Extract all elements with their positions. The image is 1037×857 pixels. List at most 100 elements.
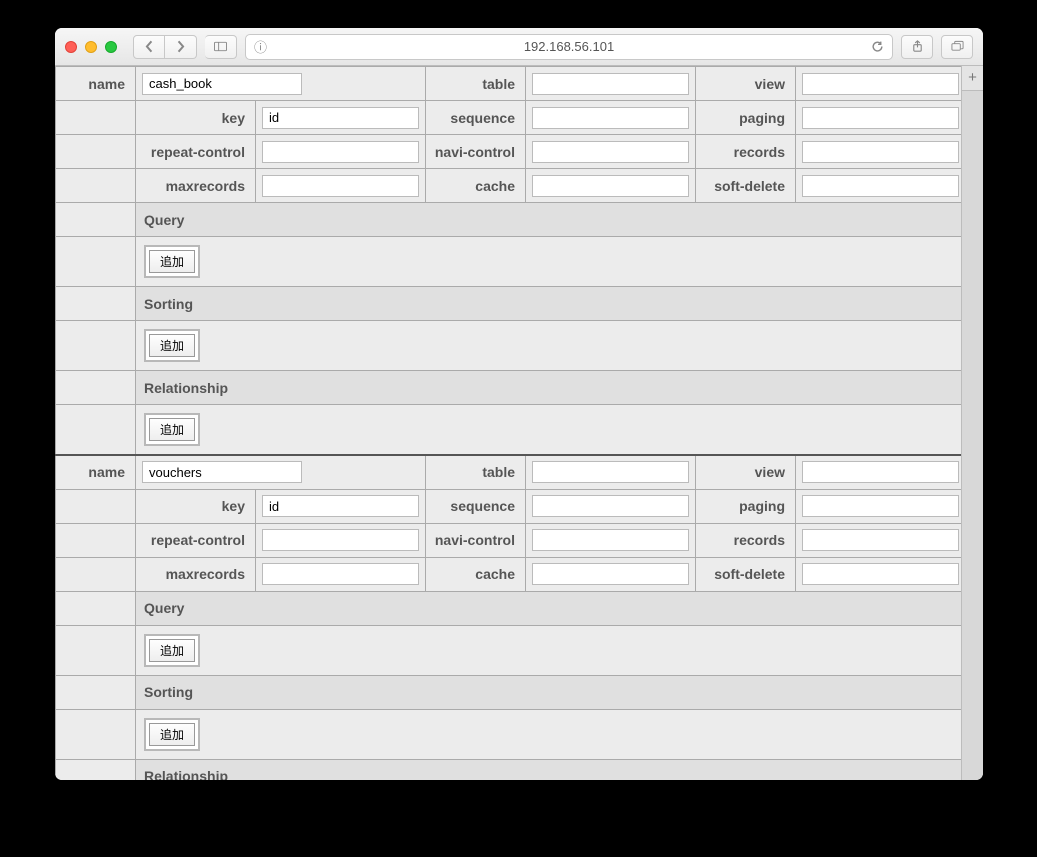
close-window-button[interactable] <box>65 41 77 53</box>
context-row: maxrecords cache soft-delete <box>56 557 962 591</box>
relationship-section-header: Relationship <box>136 371 962 405</box>
label-table: table <box>426 455 526 489</box>
label-navi-control: navi-control <box>426 523 526 557</box>
toolbar-right <box>901 35 973 59</box>
name-input[interactable] <box>142 73 302 95</box>
cache-input[interactable] <box>532 563 689 585</box>
context-row: repeat-control navi-control records <box>56 523 962 557</box>
minimize-window-button[interactable] <box>85 41 97 53</box>
share-button[interactable] <box>901 35 933 59</box>
key-input[interactable] <box>262 107 419 129</box>
back-button[interactable] <box>133 35 165 59</box>
window-controls <box>65 41 117 53</box>
browser-window: ⓘ 192.168.56.101 <box>55 28 983 780</box>
forward-button[interactable] <box>165 35 197 59</box>
query-add-button[interactable]: 追加 <box>149 250 195 273</box>
label-repeat-control: repeat-control <box>136 135 256 169</box>
records-input[interactable] <box>802 529 959 551</box>
navi-control-input[interactable] <box>532 141 689 163</box>
address-bar[interactable]: ⓘ 192.168.56.101 <box>245 34 893 60</box>
paging-input[interactable] <box>802 495 959 517</box>
maxrecords-input[interactable] <box>262 563 419 585</box>
query-add-cell: 追加 <box>136 625 962 675</box>
add-button-frame: 追加 <box>144 245 200 278</box>
sorting-add-button[interactable]: 追加 <box>149 334 195 357</box>
navi-control-input[interactable] <box>532 529 689 551</box>
relationship-section-header: Relationship <box>136 759 962 780</box>
query-section-header: Query <box>136 203 962 237</box>
label-sequence: sequence <box>426 489 526 523</box>
sidebar-button[interactable] <box>205 35 237 59</box>
label-view: view <box>696 67 796 101</box>
add-button-frame: 追加 <box>144 718 200 751</box>
label-paging: paging <box>696 101 796 135</box>
label-cache: cache <box>426 557 526 591</box>
name-input[interactable] <box>142 461 302 483</box>
address-text: 192.168.56.101 <box>524 39 614 54</box>
sorting-section-header: Sorting <box>136 287 962 321</box>
label-paging: paging <box>696 489 796 523</box>
sequence-input[interactable] <box>532 495 689 517</box>
sequence-input[interactable] <box>532 107 689 129</box>
maxrecords-input[interactable] <box>262 175 419 197</box>
key-input[interactable] <box>262 495 419 517</box>
query-add-button[interactable]: 追加 <box>149 639 195 662</box>
context-row: name table view <box>56 67 962 101</box>
records-input[interactable] <box>802 141 959 163</box>
sidebar-icon <box>214 40 227 53</box>
context-row: key sequence paging <box>56 489 962 523</box>
label-table: table <box>426 67 526 101</box>
label-sequence: sequence <box>426 101 526 135</box>
label-records: records <box>696 135 796 169</box>
relationship-add-button[interactable]: 追加 <box>149 418 195 441</box>
sorting-add-cell: 追加 <box>136 321 962 371</box>
paging-input[interactable] <box>802 107 959 129</box>
label-navi-control: navi-control <box>426 135 526 169</box>
context-row: key sequence paging <box>56 101 962 135</box>
query-section-header: Query <box>136 591 962 625</box>
site-info-icon[interactable]: ⓘ <box>254 37 267 56</box>
cache-input[interactable] <box>532 175 689 197</box>
table-input[interactable] <box>532 461 689 483</box>
view-input[interactable] <box>802 73 959 95</box>
context-row: name table view <box>56 455 962 489</box>
label-repeat-control: repeat-control <box>136 523 256 557</box>
soft-delete-input[interactable] <box>802 175 959 197</box>
relationship-add-cell: 追加 <box>136 405 962 456</box>
add-button-frame: 追加 <box>144 329 200 362</box>
label-view: view <box>696 455 796 489</box>
view-input[interactable] <box>802 461 959 483</box>
label-name: name <box>56 455 136 489</box>
chevron-right-icon <box>174 40 187 53</box>
tabs-button[interactable] <box>941 35 973 59</box>
context-row: repeat-control navi-control records <box>56 135 962 169</box>
sidebar-toggle <box>205 35 237 59</box>
table-input[interactable] <box>532 73 689 95</box>
label-key: key <box>136 101 256 135</box>
sorting-add-cell: 追加 <box>136 709 962 759</box>
label-soft-delete: soft-delete <box>696 557 796 591</box>
reload-icon <box>871 40 884 53</box>
titlebar: ⓘ 192.168.56.101 <box>55 28 983 66</box>
reload-button[interactable] <box>871 40 884 53</box>
label-records: records <box>696 523 796 557</box>
sorting-add-button[interactable]: 追加 <box>149 723 195 746</box>
repeat-control-input[interactable] <box>262 529 419 551</box>
query-add-cell: 追加 <box>136 237 962 287</box>
nav-back-forward <box>133 35 197 59</box>
label-maxrecords: maxrecords <box>136 557 256 591</box>
tab-strip: + <box>961 66 983 780</box>
add-button-frame: 追加 <box>144 413 200 446</box>
zoom-window-button[interactable] <box>105 41 117 53</box>
label-cache: cache <box>426 169 526 203</box>
config-table: name table view key sequence paging <box>55 66 961 780</box>
tabs-icon <box>951 40 964 53</box>
soft-delete-input[interactable] <box>802 563 959 585</box>
share-icon <box>911 40 924 53</box>
label-soft-delete: soft-delete <box>696 169 796 203</box>
new-tab-button[interactable]: + <box>962 66 983 91</box>
label-name: name <box>56 67 136 101</box>
repeat-control-input[interactable] <box>262 141 419 163</box>
add-button-frame: 追加 <box>144 634 200 667</box>
sorting-section-header: Sorting <box>136 675 962 709</box>
